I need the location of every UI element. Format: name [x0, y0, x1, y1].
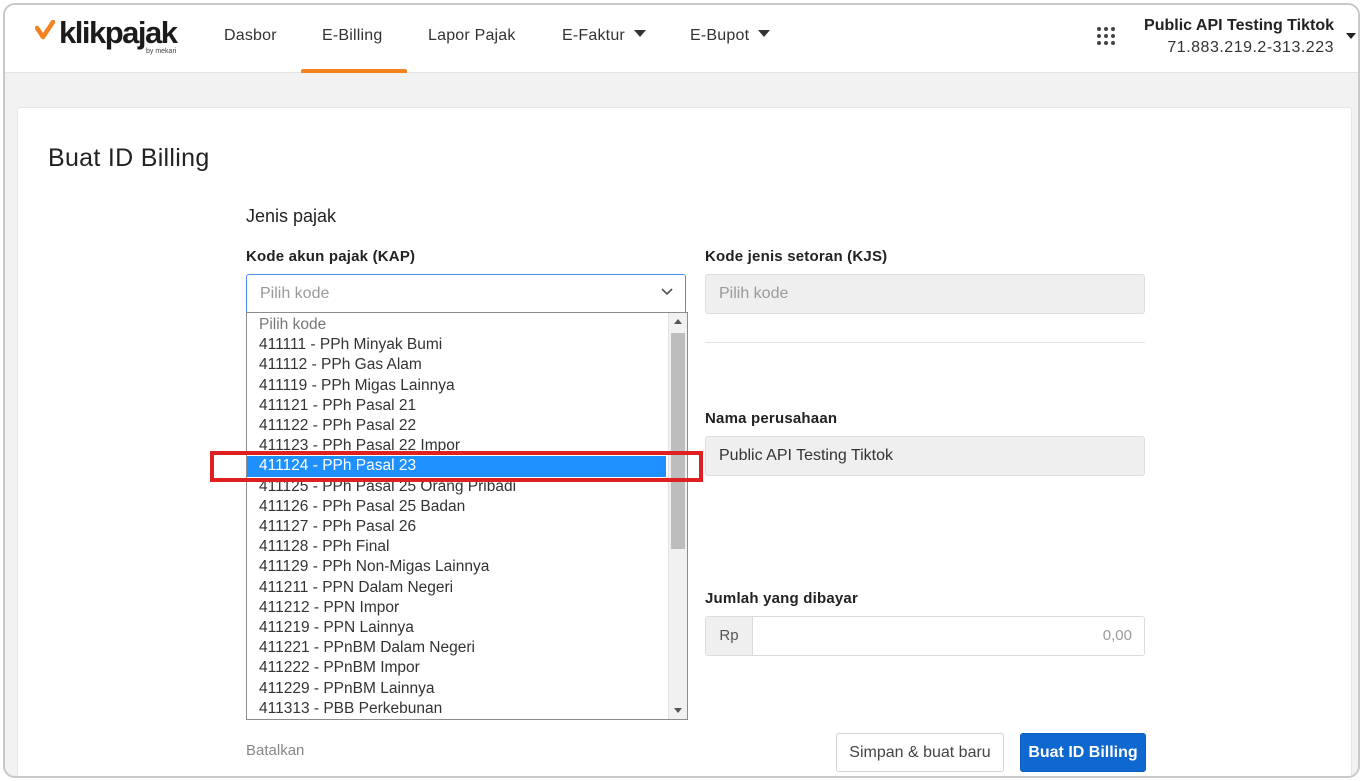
company-name-field: Public API Testing Tiktok	[705, 436, 1145, 476]
kap-select[interactable]: Pilih kode	[246, 274, 686, 314]
caret-down-icon	[758, 30, 771, 38]
dropdown-option[interactable]: 411219 - PPN Lainnya	[247, 618, 666, 638]
dropdown-option[interactable]: 411127 - PPh Pasal 26	[247, 517, 666, 537]
nav-e-faktur[interactable]: E-Faktur	[562, 5, 646, 73]
create-billing-button[interactable]: Buat ID Billing	[1020, 733, 1146, 772]
dropdown-option[interactable]: 411212 - PPN Impor	[247, 598, 666, 618]
dropdown-scrollbar[interactable]	[668, 313, 687, 719]
nav-label: E-Faktur	[562, 27, 625, 44]
company-npwp: 71.883.219.2-313.223	[1167, 39, 1334, 56]
dropdown-option[interactable]: 411128 - PPh Final	[247, 537, 666, 557]
caret-down-icon[interactable]	[1346, 33, 1356, 39]
kap-label: Kode akun pajak (KAP)	[246, 248, 416, 265]
dropdown-option[interactable]: 411129 - PPh Non-Migas Lainnya	[247, 557, 666, 577]
caret-down-icon	[633, 30, 646, 38]
dropdown-option[interactable]: 411121 - PPh Pasal 21	[247, 396, 666, 416]
scroll-up-icon[interactable]	[674, 319, 682, 324]
grid-dots-icon[interactable]	[1097, 27, 1117, 47]
scrollbar-thumb[interactable]	[671, 333, 685, 549]
nav-label: Dasbor	[224, 27, 277, 44]
nav-dasbor[interactable]: Dasbor	[224, 5, 277, 73]
logo-text: klikpajak	[59, 15, 178, 50]
company-name-value: Public API Testing Tiktok	[719, 447, 894, 464]
dropdown-option[interactable]: 411222 - PPnBM Impor	[247, 658, 666, 678]
dropdown-option[interactable]: 411111 - PPh Minyak Bumi	[247, 335, 666, 355]
scroll-down-icon[interactable]	[674, 708, 682, 713]
active-tab-indicator	[301, 69, 407, 73]
nav-lapor-pajak[interactable]: Lapor Pajak	[428, 5, 516, 73]
section-divider	[705, 342, 1145, 343]
currency-prefix: Rp	[706, 617, 753, 655]
dropdown-option[interactable]: 411126 - PPh Pasal 25 Badan	[247, 497, 666, 517]
amount-label: Jumlah yang dibayar	[705, 590, 859, 607]
nav-e-billing[interactable]: E-Billing	[322, 5, 383, 73]
klikpajak-logo[interactable]: klikpajak by mekari	[35, 15, 195, 59]
page-title: Buat ID Billing	[48, 144, 210, 172]
dropdown-option[interactable]: Pilih kode	[247, 315, 666, 335]
section-title: Jenis pajak	[246, 206, 337, 226]
nav-label: Lapor Pajak	[428, 27, 516, 44]
dropdown-option[interactable]: 411122 - PPh Pasal 22	[247, 416, 666, 436]
dropdown-option[interactable]: 411112 - PPh Gas Alam	[247, 355, 666, 375]
nav-label: E-Billing	[322, 27, 383, 44]
logo-subtext: by mekari	[146, 48, 177, 55]
kjs-select-value: Pilih kode	[719, 285, 789, 302]
kap-dropdown-list[interactable]: Pilih kode 411111 - PPh Minyak Bumi 4111…	[246, 312, 688, 720]
annotation-highlight-box	[210, 451, 703, 482]
amount-placeholder: 0,00	[1102, 627, 1132, 644]
kjs-select[interactable]: Pilih kode	[705, 274, 1145, 314]
chevron-down-icon	[661, 288, 673, 296]
dropdown-option[interactable]: 411119 - PPh Migas Lainnya	[247, 376, 666, 396]
top-navbar: klikpajak by mekari Dasbor E-Billing Lap…	[5, 5, 1358, 73]
nav-label: E-Bupot	[690, 27, 750, 44]
company-name: Public API Testing Tiktok	[1144, 17, 1334, 34]
save-and-new-button[interactable]: Simpan & buat baru	[836, 733, 1004, 772]
company-switcher[interactable]: Public API Testing Tiktok 71.883.219.2-3…	[1144, 15, 1334, 59]
amount-input[interactable]: Rp 0,00	[705, 616, 1145, 656]
kap-select-value: Pilih kode	[260, 285, 330, 302]
app-window: klikpajak by mekari Dasbor E-Billing Lap…	[3, 3, 1360, 778]
dropdown-option[interactable]: 411211 - PPN Dalam Negeri	[247, 578, 666, 598]
dropdown-option[interactable]: 411229 - PPnBM Lainnya	[247, 679, 666, 699]
check-mark-icon	[35, 20, 55, 40]
dropdown-option[interactable]: 411221 - PPnBM Dalam Negeri	[247, 638, 666, 658]
cancel-button[interactable]: Batalkan	[246, 742, 304, 759]
dropdown-option[interactable]: 411313 - PBB Perkebunan	[247, 699, 666, 719]
company-name-label: Nama perusahaan	[705, 410, 838, 427]
kjs-label: Kode jenis setoran (KJS)	[705, 248, 888, 265]
nav-e-bupot[interactable]: E-Bupot	[690, 5, 771, 73]
